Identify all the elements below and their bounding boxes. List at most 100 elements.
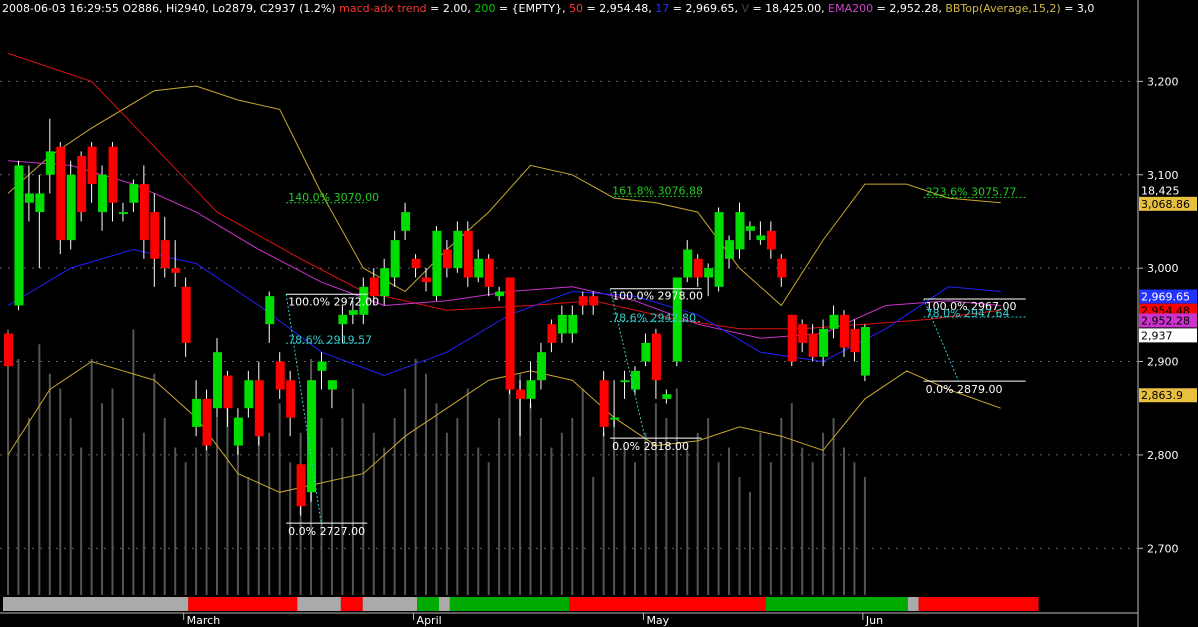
candle-down bbox=[840, 314, 849, 348]
candle-up bbox=[756, 235, 766, 241]
volume-bar bbox=[466, 388, 469, 595]
price-marker-label: 2,937 bbox=[1141, 329, 1173, 342]
candle-down bbox=[798, 324, 808, 343]
volume-bar bbox=[132, 329, 135, 595]
volume-bar bbox=[571, 418, 574, 595]
candle-up bbox=[24, 193, 34, 203]
candle-down bbox=[599, 380, 609, 427]
price-marker-label: 3,068.86 bbox=[1141, 198, 1190, 211]
candle-down bbox=[171, 268, 181, 273]
candle-up bbox=[714, 212, 724, 287]
trend-segment bbox=[918, 597, 1039, 611]
candle-up bbox=[327, 380, 337, 390]
candle-up bbox=[244, 380, 254, 409]
fib-bottom-label: 0.0% 2818.00 bbox=[612, 440, 689, 453]
fib-mid-label: 78.0% 2947.64 bbox=[926, 307, 1010, 320]
candle-up bbox=[348, 310, 358, 315]
time-tick-label: May bbox=[646, 614, 669, 627]
volume-bar bbox=[623, 447, 626, 595]
candle-down bbox=[223, 375, 233, 409]
candle-down bbox=[286, 380, 296, 418]
volume-bar bbox=[17, 359, 20, 595]
candle-down bbox=[777, 258, 787, 278]
volume-bar bbox=[707, 418, 710, 595]
candle-down bbox=[87, 146, 97, 185]
candle-down bbox=[547, 324, 557, 343]
header-segment: = 3,0 bbox=[1060, 2, 1095, 15]
candle-down bbox=[484, 258, 494, 287]
trend-segment bbox=[907, 597, 919, 611]
candle-up bbox=[66, 174, 76, 241]
trend-segment bbox=[439, 597, 450, 611]
ma50-line bbox=[7, 52, 1001, 330]
volume-bar bbox=[498, 418, 501, 595]
candle-up bbox=[35, 193, 45, 213]
volume-bar bbox=[780, 418, 783, 595]
volume-bar bbox=[372, 432, 375, 595]
volume-bar bbox=[7, 329, 9, 595]
price-tick-label: 2,700 bbox=[1147, 542, 1179, 555]
candle-up bbox=[474, 258, 484, 278]
header-segment: = 18,425.00, bbox=[748, 2, 829, 15]
volume-bar bbox=[801, 447, 804, 595]
volume-bar bbox=[351, 388, 354, 595]
trend-segment bbox=[340, 597, 363, 611]
candle-up bbox=[819, 328, 829, 357]
candle-up bbox=[829, 314, 839, 329]
header-segment: V bbox=[741, 2, 749, 15]
candle-up bbox=[233, 417, 243, 446]
trend-segment bbox=[362, 597, 418, 611]
chart-header: 2008-06-03 16:29:55 O2886, Hi2940, Lo287… bbox=[2, 2, 1094, 15]
bollinger-top-line bbox=[7, 85, 1001, 307]
volume-bar bbox=[759, 432, 762, 595]
volume-bar bbox=[101, 403, 104, 595]
price-tick-label: 3,000 bbox=[1147, 262, 1179, 275]
volume-bar bbox=[456, 418, 459, 595]
candle-down bbox=[463, 230, 473, 278]
header-segment: = 2,952.28, bbox=[873, 2, 946, 15]
candle-down bbox=[4, 333, 13, 367]
fib-ext-label: 161.8% 3076.88 bbox=[612, 184, 703, 197]
candle-up bbox=[317, 361, 327, 371]
volume-bar bbox=[487, 462, 490, 595]
volume-bar bbox=[769, 462, 772, 595]
candle-up bbox=[307, 380, 317, 493]
volume-bar bbox=[226, 403, 229, 595]
candle-down bbox=[411, 258, 421, 269]
trend-segment bbox=[766, 597, 908, 611]
candle-up bbox=[745, 226, 755, 231]
candle-up bbox=[568, 314, 578, 334]
price-marker-label: 2,952.28 bbox=[1141, 314, 1190, 327]
volume-bar bbox=[247, 477, 250, 595]
bollinger-bottom-line bbox=[7, 360, 1001, 493]
candle-down bbox=[442, 249, 452, 269]
trend-segment bbox=[417, 597, 439, 611]
volume-bar bbox=[592, 477, 595, 595]
candle-up bbox=[265, 296, 275, 325]
candle-up bbox=[725, 240, 735, 259]
candle-down bbox=[787, 314, 797, 362]
volume-bar bbox=[686, 447, 689, 595]
candle-down bbox=[516, 389, 526, 399]
volume-bar bbox=[404, 388, 407, 595]
volume-bar bbox=[268, 432, 271, 595]
candle-up bbox=[641, 342, 651, 362]
volume-bar bbox=[330, 447, 333, 595]
candle-down bbox=[578, 296, 588, 306]
candle-down bbox=[139, 184, 149, 241]
candle-up bbox=[118, 212, 128, 215]
volume-bar bbox=[69, 418, 72, 595]
volume-bar bbox=[654, 403, 657, 595]
volume-bar bbox=[728, 447, 731, 595]
header-segment: macd-adx trend bbox=[335, 2, 427, 15]
volume-bar bbox=[539, 418, 542, 595]
volume-bar bbox=[80, 447, 83, 595]
candle-up bbox=[390, 240, 400, 278]
candle-down bbox=[77, 156, 87, 213]
volume-bars bbox=[7, 329, 866, 595]
volume-bar bbox=[341, 418, 344, 595]
candle-up bbox=[526, 380, 536, 399]
volume-bar bbox=[435, 403, 438, 595]
volume-bar bbox=[477, 447, 480, 595]
fib-mid-label: 78.6% 2919.57 bbox=[288, 333, 372, 346]
